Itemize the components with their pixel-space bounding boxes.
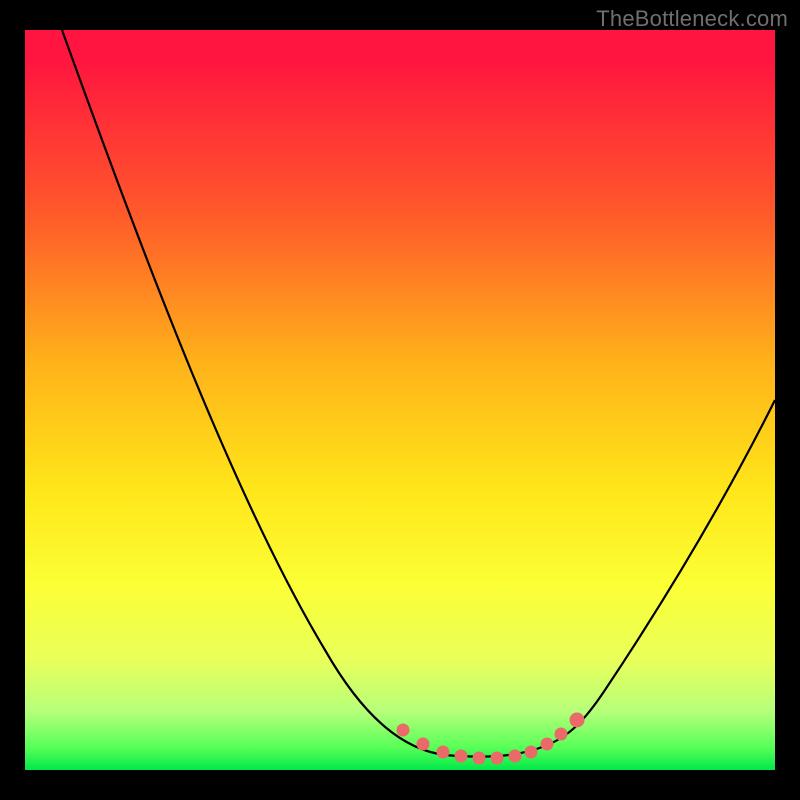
plot-area <box>25 30 775 770</box>
trough-marker <box>525 746 537 758</box>
trough-marker <box>541 738 553 750</box>
attribution-label: TheBottleneck.com <box>596 6 788 32</box>
curve-svg <box>25 30 775 770</box>
trough-marker <box>437 746 449 758</box>
trough-marker <box>555 728 567 740</box>
trough-marker <box>455 750 467 762</box>
trough-marker <box>491 752 503 764</box>
trough-marker <box>417 738 429 750</box>
chart-frame: TheBottleneck.com <box>0 0 800 800</box>
trough-marker <box>570 713 584 727</box>
trough-marker <box>509 750 521 762</box>
trough-marker <box>397 724 409 736</box>
bottleneck-curve <box>62 30 775 757</box>
trough-marker <box>473 752 485 764</box>
